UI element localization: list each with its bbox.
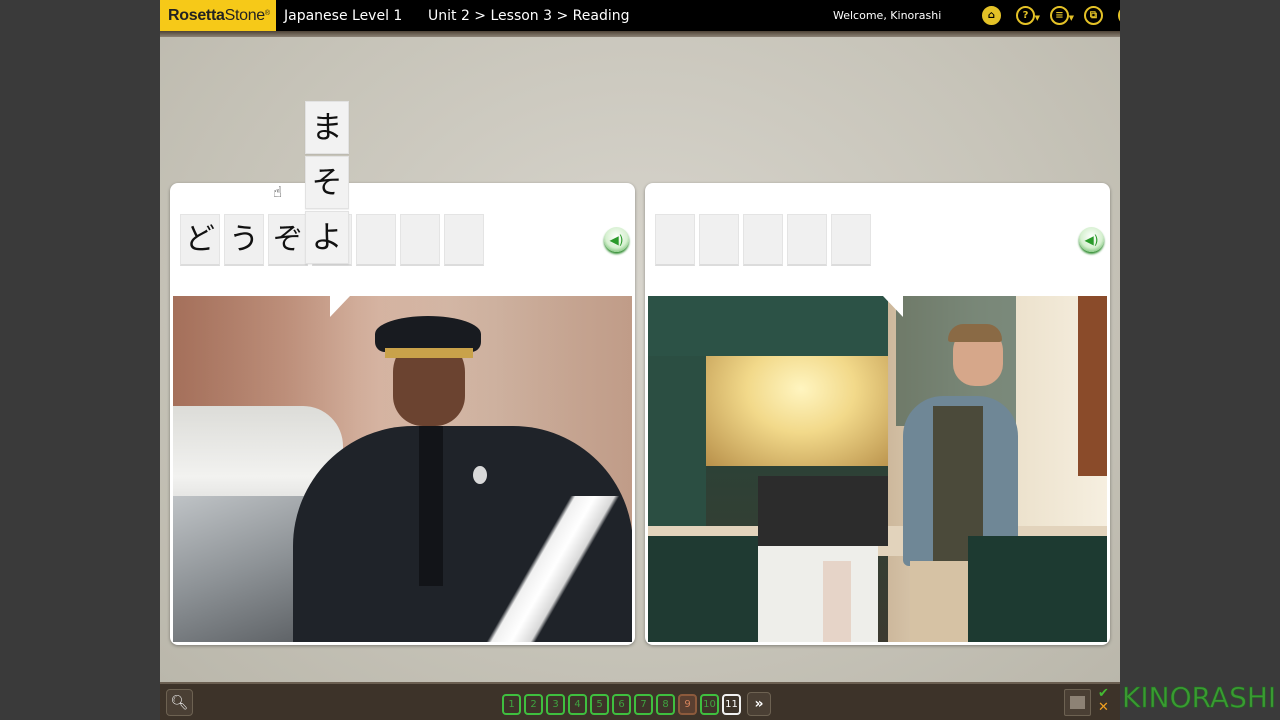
draggable-tile[interactable]: そ — [305, 156, 349, 209]
check-icon: ✔ — [1098, 686, 1109, 701]
notebook-icon[interactable] — [1064, 689, 1091, 716]
answer-panel-right[interactable]: ◀) — [645, 183, 1110, 645]
score-marks: ✔ ✕ — [1098, 687, 1109, 715]
answer-panel-left[interactable]: ど う ぞ ◀) — [170, 183, 635, 645]
watermark-text: KINORASHI — [1122, 681, 1277, 715]
draggable-tile[interactable]: よ — [305, 211, 349, 264]
page-button[interactable]: 4 — [568, 694, 587, 715]
page-button[interactable]: 10 — [700, 694, 719, 715]
screen-navigator: 1 2 3 4 5 6 7 8 9 10 11 » — [502, 692, 771, 716]
rosetta-stone-logo: RosettaStone® — [160, 0, 276, 31]
bubble-pointer — [330, 296, 350, 317]
answer-slot[interactable] — [356, 214, 396, 266]
answer-slot[interactable] — [444, 214, 484, 266]
cross-icon: ✕ — [1098, 700, 1109, 715]
answer-slot[interactable] — [787, 214, 827, 266]
photo-police-officer[interactable] — [173, 296, 632, 642]
answer-slot[interactable] — [831, 214, 871, 266]
page-button[interactable]: 7 — [634, 694, 653, 715]
page-button[interactable]: 2 — [524, 694, 543, 715]
hand-cursor-icon: ☝ — [273, 183, 283, 201]
page-button[interactable]: 5 — [590, 694, 609, 715]
menu-list-icon[interactable]: ≡ ▼ — [1050, 6, 1074, 25]
answer-slot[interactable] — [655, 214, 695, 266]
top-bar: RosettaStone® Japanese Level 1 Unit 2 > … — [160, 0, 1120, 31]
rosetta-stone-window: RosettaStone® Japanese Level 1 Unit 2 > … — [160, 0, 1120, 720]
home-icon[interactable]: ⌂ — [982, 6, 1001, 25]
window-icon[interactable]: ⧉ — [1084, 6, 1103, 25]
page-button[interactable]: 1 — [502, 694, 521, 715]
welcome-text: Welcome, Kinorashi — [833, 9, 942, 22]
answer-slot[interactable]: う — [224, 214, 264, 266]
answer-slot[interactable] — [400, 214, 440, 266]
photo-kitchen-man[interactable] — [648, 296, 1107, 642]
answer-slot[interactable] — [743, 214, 783, 266]
answer-slots — [655, 214, 871, 266]
close-icon[interactable]: ✕ — [1118, 6, 1120, 25]
help-icon[interactable]: ? ▼ — [1016, 6, 1040, 25]
magnifier-icon[interactable]: 🔍︎ — [166, 689, 193, 716]
bubble-pointer — [883, 296, 903, 317]
breadcrumb: Unit 2 > Lesson 3 > Reading — [428, 8, 630, 24]
speaker-icon[interactable]: ◀) — [604, 227, 629, 252]
course-title: Japanese Level 1 — [284, 8, 403, 24]
page-button[interactable]: 6 — [612, 694, 631, 715]
page-button[interactable]: 8 — [656, 694, 675, 715]
answer-slot[interactable] — [699, 214, 739, 266]
page-button[interactable]: 3 — [546, 694, 565, 715]
next-screen-button[interactable]: » — [747, 692, 771, 716]
answer-slot[interactable]: ぞ — [268, 214, 308, 266]
draggable-tile[interactable]: ま — [305, 101, 349, 154]
page-button-current[interactable]: 11 — [722, 694, 741, 715]
page-button-incorrect[interactable]: 9 — [678, 694, 697, 715]
floating-tile-stack[interactable]: ま そ よ — [305, 101, 349, 264]
speaker-icon[interactable]: ◀) — [1079, 227, 1104, 252]
bottom-bar: 🔍︎ 1 2 3 4 5 6 7 8 9 10 11 » ✔ ✕ — [160, 682, 1120, 720]
answer-slot[interactable]: ど — [180, 214, 220, 266]
toolbar-icons: ⌂ ?▼ ≡▼ ⧉ ✕ — [982, 6, 1120, 25]
